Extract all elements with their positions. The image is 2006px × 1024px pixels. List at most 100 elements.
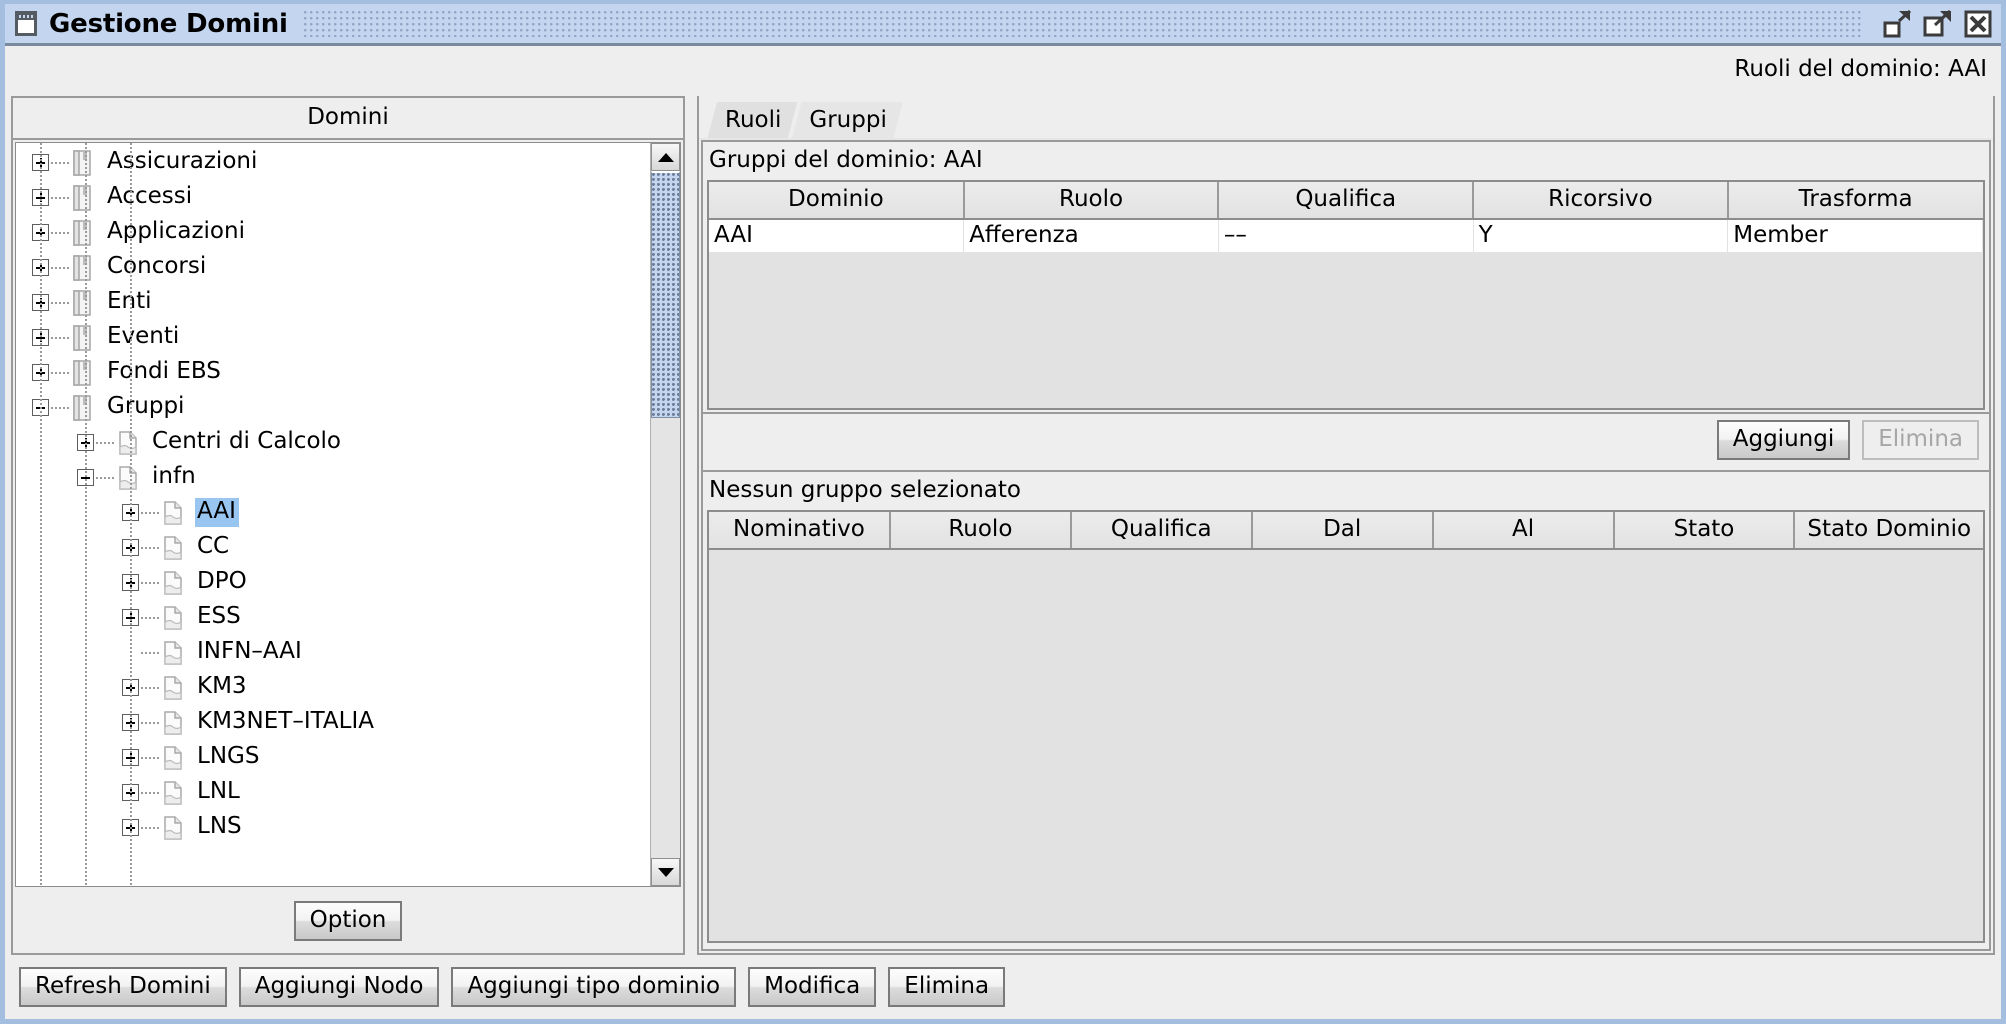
tree-node[interactable]: Centri di Calcolo	[16, 425, 650, 460]
window-icon	[13, 10, 39, 38]
split-divider[interactable]	[685, 96, 697, 955]
tree-node[interactable]: ESS	[16, 600, 650, 635]
tab-gruppi[interactable]: Gruppi	[791, 102, 902, 140]
table-row[interactable]: AAI Afferenza –– Y Member	[709, 219, 1983, 253]
tree-node-label: CC	[197, 533, 230, 560]
aggiungi-tipo-dominio-button[interactable]: Aggiungi tipo dominio	[451, 966, 737, 1008]
elimina-button[interactable]: Elimina	[888, 966, 1006, 1008]
column-header[interactable]: Dominio	[709, 182, 965, 220]
column-header[interactable]: Ruolo	[963, 182, 1220, 220]
column-header[interactable]: Ricorsivo	[1473, 182, 1729, 220]
column-header[interactable]: Qualifica	[1218, 182, 1475, 220]
table-cell: AAI	[709, 219, 965, 253]
members-table-header: Nominativo Ruolo Qualifica Dal Al Stato Stato …	[709, 512, 1983, 551]
tree-connector	[51, 196, 69, 199]
tree-node[interactable]: infn	[16, 460, 650, 495]
document-icon	[161, 499, 187, 527]
tree-node[interactable]: Gruppi	[16, 390, 650, 425]
tree-guide-line	[40, 143, 42, 886]
tree-node-label: Assicurazioni	[107, 148, 258, 175]
tree-node[interactable]: Eventi	[16, 320, 650, 355]
aggiungi-group-button[interactable]: Aggiungi	[1716, 420, 1851, 461]
binder-icon	[71, 289, 97, 317]
modifica-button[interactable]: Modifica	[748, 966, 877, 1008]
column-header[interactable]: Nominativo	[709, 512, 891, 551]
groups-table-empty-area	[709, 253, 1983, 408]
tree-node[interactable]: Concorsi	[16, 250, 650, 285]
tab-label: Ruoli	[725, 107, 782, 133]
tab-ruoli[interactable]: Ruoli	[707, 102, 797, 140]
tree-connector	[51, 266, 69, 269]
tree-node[interactable]: DPO	[16, 565, 650, 600]
refresh-domini-button[interactable]: Refresh Domini	[19, 966, 227, 1008]
tree-node-label: Applicazioni	[107, 218, 245, 245]
scrollbar-track[interactable]	[651, 171, 680, 858]
tree-node[interactable]: Fondi EBS	[16, 355, 650, 390]
table-cell: ––	[1218, 219, 1474, 253]
tree-node-label: LNS	[197, 813, 242, 840]
close-button[interactable]	[1961, 7, 1995, 41]
tree-node[interactable]: Assicurazioni	[16, 145, 650, 180]
column-header[interactable]: Stato Dominio	[1794, 512, 1983, 551]
document-icon	[161, 709, 187, 737]
aggiungi-nodo-button[interactable]: Aggiungi Nodo	[238, 966, 440, 1008]
details-panel: Ruoli Gruppi Gruppi del dominio: AAI Domi…	[697, 96, 1995, 955]
document-icon	[161, 604, 187, 632]
column-header[interactable]: Trasforma	[1727, 182, 1983, 220]
tree-node[interactable]: CC	[16, 530, 650, 565]
tree-node[interactable]: LNS	[16, 810, 650, 845]
domains-panel-title: Domini	[13, 98, 683, 140]
column-header[interactable]: Al	[1432, 512, 1615, 551]
minimize-button[interactable]	[1881, 7, 1915, 41]
window-title: Gestione Domini	[49, 8, 288, 39]
title-bar: Gestione Domini	[5, 4, 2001, 46]
tree-node[interactable]: KM3	[16, 670, 650, 705]
members-section-title: Nessun gruppo selezionato	[703, 472, 1989, 511]
tree-connector	[51, 406, 69, 409]
groups-table-body[interactable]: AAI Afferenza –– Y Member	[709, 219, 1983, 253]
groups-table[interactable]: Dominio Ruolo Qualifica Ricorsivo Trasforma …	[709, 182, 1983, 253]
tree-connector	[141, 651, 159, 654]
tree-connector	[51, 301, 69, 304]
members-table[interactable]: Nominativo Ruolo Qualifica Dal Al Stato Stato …	[709, 512, 1983, 551]
document-icon	[161, 674, 187, 702]
elimina-group-button: Elimina	[1862, 420, 1979, 461]
tree-connector	[141, 511, 159, 514]
document-icon	[116, 464, 142, 492]
scroll-up-button[interactable]	[651, 143, 680, 171]
document-icon	[161, 534, 187, 562]
column-header[interactable]: Dal	[1251, 512, 1434, 551]
tree-node[interactable]: Accessi	[16, 180, 650, 215]
tree-node[interactable]: LNGS	[16, 740, 650, 775]
tree-node[interactable]: AAI	[16, 495, 650, 530]
tree-node[interactable]: Enti	[16, 285, 650, 320]
tree-node[interactable]: INFN–AAI	[16, 635, 650, 670]
tree-node[interactable]: KM3NET–ITALIA	[16, 705, 650, 740]
scroll-down-button[interactable]	[651, 858, 680, 886]
application-window: Gestione Domini Ruoli del dominio: AAI D…	[0, 0, 2006, 1024]
option-button[interactable]: Option	[293, 900, 403, 942]
column-header[interactable]: Ruolo	[889, 512, 1072, 551]
domains-tree[interactable]: Assicurazioni Accessi Applicazioni Concorsi…	[16, 143, 650, 886]
tree-node[interactable]: Applicazioni	[16, 215, 650, 250]
domains-tree-scrollpane: Assicurazioni Accessi Applicazioni Concorsi…	[15, 142, 681, 887]
domains-panel-footer: Option	[13, 889, 683, 953]
column-header[interactable]: Stato	[1613, 512, 1796, 551]
scrollbar-thumb[interactable]	[651, 171, 680, 419]
document-icon	[161, 814, 187, 842]
maximize-button[interactable]	[1921, 7, 1955, 41]
tree-connector	[51, 371, 69, 374]
members-table-container: Nominativo Ruolo Qualifica Dal Al Stato Stato …	[707, 510, 1985, 943]
tree-node[interactable]: LNL	[16, 775, 650, 810]
tree-node-label: LNGS	[197, 743, 260, 770]
binder-icon	[71, 359, 97, 387]
tree-connector	[141, 616, 159, 619]
tree-vertical-scrollbar[interactable]	[650, 143, 680, 886]
tree-node-label: Fondi EBS	[107, 358, 221, 385]
tree-connector	[51, 161, 69, 164]
details-tabs[interactable]: Ruoli Gruppi	[699, 96, 1993, 140]
tree-connector	[96, 441, 114, 444]
column-header[interactable]: Qualifica	[1070, 512, 1253, 551]
tree-node-label: Gruppi	[107, 393, 185, 420]
tree-connector	[141, 826, 159, 829]
